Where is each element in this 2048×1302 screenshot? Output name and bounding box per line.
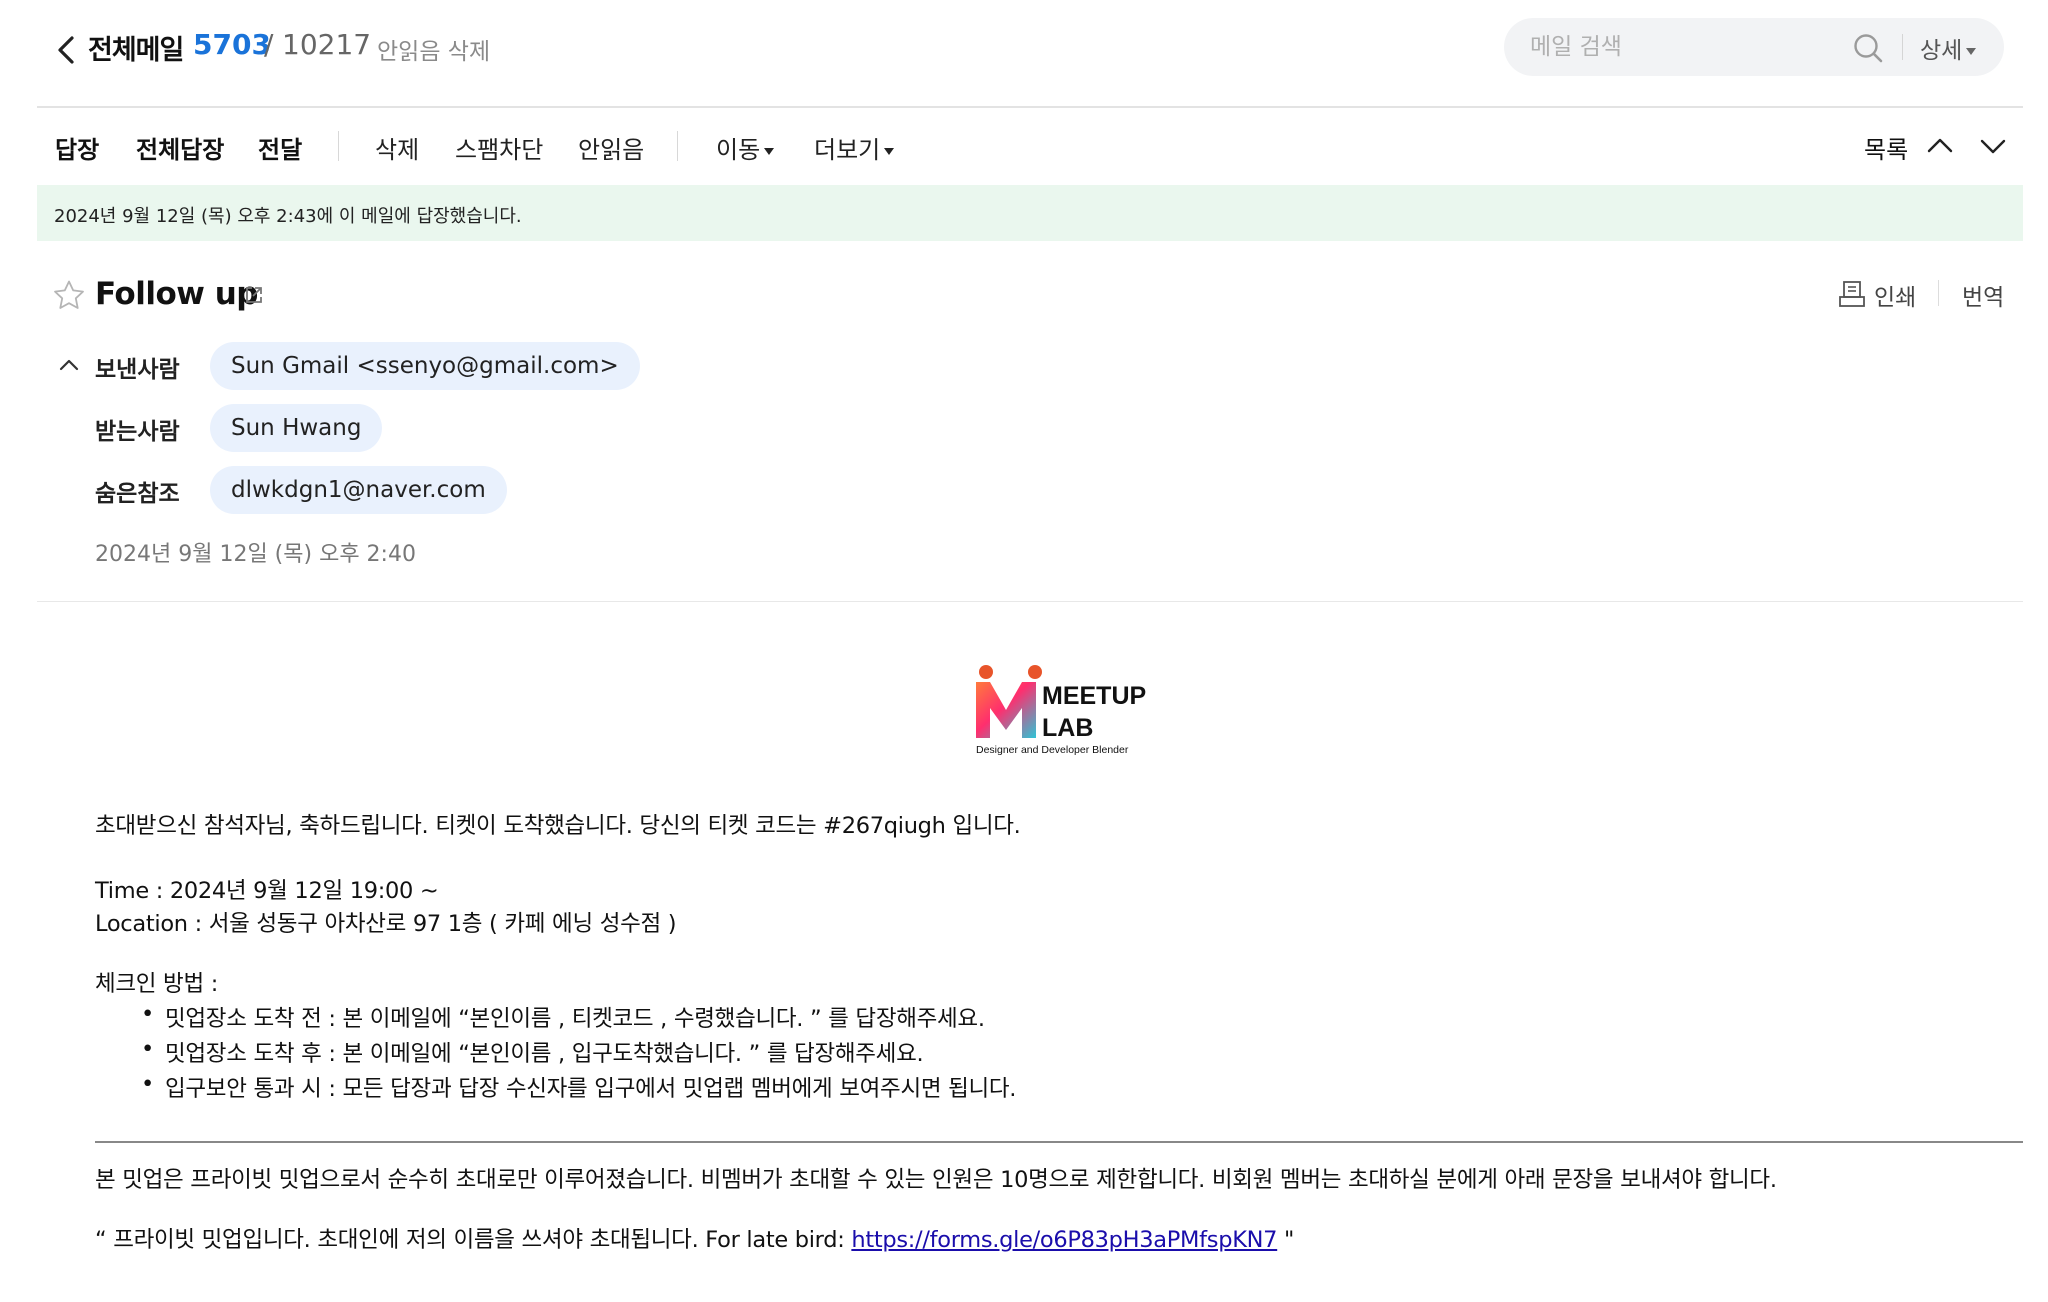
total-count: 10217 — [282, 28, 372, 61]
to-label: 받는사람 — [95, 419, 180, 445]
print-icon[interactable] — [1838, 279, 1866, 309]
late-bird-link[interactable]: https://forms.gle/o6P83pH3aPMfspKN7 — [851, 1227, 1277, 1253]
replied-notice-banner: 2024년 9월 12일 (목) 오후 2:43에 이 메일에 답장했습니다. — [37, 185, 2023, 241]
reply-button[interactable]: 답장 — [55, 130, 99, 165]
dropdown-caret-icon — [884, 147, 895, 155]
dropdown-caret-icon — [764, 147, 775, 155]
checkin-item: 밋업장소 도착 후 : 본 이메일에 “본인이름 , 입구도착했습니다. ” 를… — [165, 1041, 924, 1067]
chevron-up-icon[interactable] — [1926, 132, 1954, 160]
search-box: 상세 — [1504, 18, 2004, 76]
quote-suffix: " — [1277, 1227, 1295, 1253]
private-note: 본 밋업은 프라이빗 밋업으로서 순수히 초대로만 이루어졌습니다. 비멤버가 … — [95, 1167, 1777, 1193]
dropdown-caret-icon — [1966, 48, 1977, 55]
more-label: 더보기 — [814, 136, 881, 164]
checkin-heading: 체크인 방법 : — [95, 971, 218, 997]
count-separator: / — [264, 28, 274, 61]
reply-all-button[interactable]: 전체답장 — [136, 130, 224, 165]
header-divider — [37, 106, 2023, 108]
move-label: 이동 — [716, 136, 761, 164]
search-icon[interactable] — [1852, 32, 1884, 64]
toolbar-divider — [677, 131, 678, 161]
logo-line1: MEETUP — [1042, 682, 1146, 710]
folder-title[interactable]: 전체메일 — [88, 28, 184, 67]
move-dropdown[interactable]: 이동 — [716, 130, 775, 165]
sender-chip[interactable]: Sun Gmail <ssenyo@gmail.com> — [210, 342, 640, 390]
checkin-item: 밋업장소 도착 전 : 본 이메일에 “본인이름 , 티켓코드 , 수령했습니다… — [165, 1006, 985, 1032]
toolbar-divider — [338, 131, 339, 161]
checkin-item: 입구보안 통과 시 : 모든 답장과 답장 수신자를 입구에서 밋업랩 멤버에게… — [165, 1076, 1017, 1102]
delete-button[interactable]: 삭제 — [375, 130, 419, 165]
collapse-icon[interactable] — [58, 357, 80, 373]
search-divider — [1902, 34, 1903, 60]
block-spam-button[interactable]: 스팸차단 — [455, 130, 543, 165]
delete-unread-button[interactable]: 안읽음 삭제 — [377, 32, 490, 66]
logo-tagline: Designer and Developer Blender — [976, 744, 1129, 756]
forward-button[interactable]: 전달 — [258, 130, 302, 165]
detail-label: 상세 — [1920, 38, 1963, 64]
unread-count[interactable]: 5703 — [193, 28, 271, 61]
back-icon[interactable] — [54, 30, 78, 70]
bullet: • — [141, 1071, 155, 1097]
meetup-lab-logo-graphic: MEETUP LAB Designer and Developer Blende… — [976, 665, 1146, 756]
bullet: • — [141, 1001, 155, 1027]
star-icon[interactable] — [53, 279, 85, 311]
from-label: 보낸사람 — [95, 357, 180, 383]
mail-subject: Follow up — [95, 276, 258, 312]
logo-line2: LAB — [1042, 714, 1093, 742]
body-location: Location : 서울 성동구 아차산로 97 1층 ( 카페 에닝 성수점… — [95, 911, 677, 937]
chevron-down-icon[interactable] — [1979, 132, 2007, 160]
bullet: • — [141, 1036, 155, 1062]
search-input[interactable] — [1530, 30, 1830, 64]
body-horizontal-rule — [95, 1141, 2023, 1143]
print-button[interactable]: 인쇄 — [1874, 278, 1916, 312]
translate-button[interactable]: 번역 — [1962, 278, 2004, 312]
list-button[interactable]: 목록 — [1864, 130, 1908, 165]
popout-icon[interactable] — [244, 285, 264, 305]
meetup-lab-logo: MEETUP LAB Designer and Developer Blende… — [970, 660, 1150, 756]
bcc-label: 숨은참조 — [95, 481, 180, 507]
mark-unread-button[interactable]: 안읽음 — [578, 130, 644, 165]
sent-date: 2024년 9월 12일 (목) 오후 2:40 — [95, 542, 416, 567]
bcc-chip[interactable]: dlwkdgn1@naver.com — [210, 466, 507, 514]
body-time: Time : 2024년 9월 12일 19:00 ~ — [95, 878, 439, 904]
detail-search-button[interactable]: 상세 — [1920, 31, 1977, 65]
more-dropdown[interactable]: 더보기 — [814, 130, 895, 165]
recipient-chip[interactable]: Sun Hwang — [210, 404, 383, 452]
replied-notice-text: 2024년 9월 12일 (목) 오후 2:43에 이 메일에 답장했습니다. — [54, 206, 522, 227]
quote-prefix: “ 프라이빗 밋업입니다. 초대인에 저의 이름을 쓰셔야 초대됩니다. For… — [95, 1227, 852, 1253]
late-bird-quote: “ 프라이빗 밋업입니다. 초대인에 저의 이름을 쓰셔야 초대됩니다. For… — [95, 1222, 1294, 1254]
header-body-divider — [37, 601, 2023, 602]
body-greeting: 초대받으신 참석자님, 축하드립니다. 티켓이 도착했습니다. 당신의 티켓 코… — [95, 813, 1021, 839]
action-divider — [1938, 280, 1939, 306]
